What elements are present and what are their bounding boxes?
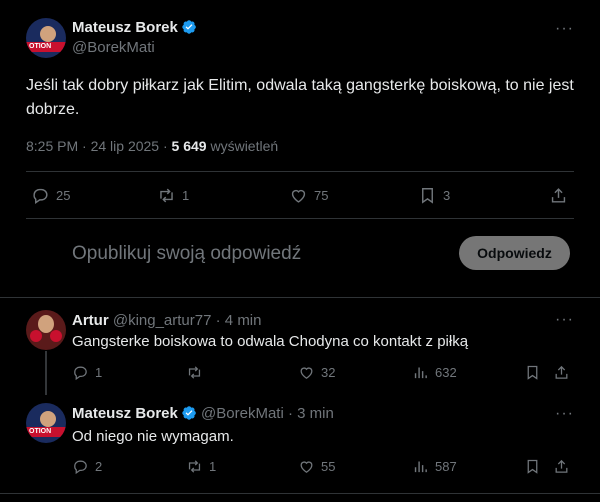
views-count: 632 — [435, 365, 457, 380]
views-icon — [414, 461, 427, 473]
repost-action[interactable] — [186, 364, 209, 381]
bookmark-action[interactable] — [524, 364, 541, 381]
repost-action[interactable]: 1 — [157, 186, 189, 205]
bookmark-icon — [527, 365, 538, 380]
divider — [26, 218, 574, 219]
share-icon — [555, 365, 568, 379]
reply-count: 25 — [56, 188, 71, 203]
main-tweet: OTION Mateusz Borek @BorekMati ··· Jeśli… — [0, 0, 600, 297]
divider — [0, 297, 600, 298]
avatar-label: OTION — [29, 43, 52, 50]
thread-line — [45, 351, 47, 395]
reply-text: Od niego nie wymagam. — [72, 428, 234, 445]
views-icon — [414, 367, 427, 379]
heart-icon — [300, 367, 313, 379]
views-action[interactable]: 632 — [412, 364, 457, 381]
author-handle[interactable]: @BorekMati — [72, 39, 197, 56]
share-action[interactable] — [549, 186, 568, 205]
reply-count: 1 — [95, 365, 103, 380]
reply-text: Gangsterke boiskowa to odwala Chodyna co… — [72, 333, 469, 350]
divider — [0, 493, 600, 494]
heart-icon — [291, 189, 306, 203]
reply-header: Artur @king_artur77 · 4 min — [72, 312, 261, 329]
reply-action[interactable]: 1 — [72, 364, 102, 381]
avatar-face — [40, 26, 56, 42]
like-count: 55 — [321, 459, 336, 474]
share-icon — [555, 459, 568, 473]
tweet-meta: 8:25 PM · 24 lip 2025 · 5 649 wyświetleń — [26, 138, 278, 154]
verified-icon — [182, 406, 196, 420]
avatar-band: OTION — [26, 427, 66, 437]
avatar-glove — [50, 330, 62, 342]
more-icon[interactable]: ··· — [555, 20, 574, 38]
reply-compose-input[interactable]: Opublikuj swoją odpowiedź — [72, 243, 301, 265]
reply-header: Mateusz Borek @BorekMati · 3 min — [72, 405, 334, 422]
reply-icon — [74, 460, 87, 475]
bookmark-icon — [422, 188, 433, 204]
heart-icon — [300, 461, 313, 473]
like-count: 75 — [314, 188, 329, 203]
reply-author-handle[interactable]: @BorekMati — [201, 405, 284, 422]
share-action[interactable] — [553, 458, 570, 475]
author-name[interactable]: Mateusz Borek — [72, 19, 178, 36]
repost-action[interactable]: 1 — [186, 458, 216, 475]
reply-time[interactable]: · 3 min — [288, 405, 334, 422]
repost-icon — [160, 188, 173, 203]
repost-icon — [188, 460, 201, 473]
reply-count: 2 — [95, 459, 103, 474]
reply-icon — [74, 366, 87, 381]
avatar-face — [40, 411, 56, 427]
repost-count: 1 — [209, 459, 217, 474]
bookmark-icon — [527, 459, 538, 474]
avatar-label: OTION — [29, 428, 52, 435]
avatar[interactable] — [26, 310, 66, 350]
views-label: wyświetleń — [206, 138, 279, 154]
tweet-text: Jeśli tak dobry piłkarz jak Elitim, odwa… — [26, 77, 574, 118]
bookmark-action[interactable] — [524, 458, 541, 475]
reply-author-name[interactable]: Mateusz Borek — [72, 405, 178, 422]
like-action[interactable]: 75 — [289, 186, 328, 205]
like-count: 32 — [321, 365, 336, 380]
verified-icon — [182, 20, 196, 34]
avatar-band: OTION — [26, 42, 66, 52]
bookmark-action[interactable]: 3 — [418, 186, 450, 205]
reply-author-name[interactable]: Artur — [72, 312, 109, 329]
like-action[interactable]: 32 — [298, 364, 335, 381]
repost-count: 1 — [182, 188, 190, 203]
reply-time[interactable]: · 4 min — [216, 312, 262, 329]
share-action[interactable] — [553, 364, 570, 381]
bookmark-count: 3 — [443, 188, 451, 203]
views-count: 5 649 — [171, 138, 207, 154]
views-action[interactable]: 587 — [412, 458, 457, 475]
views-count: 587 — [435, 459, 457, 474]
reply-button[interactable]: Odpowiedz — [459, 236, 570, 270]
more-icon[interactable]: ··· — [555, 405, 574, 423]
reply-action[interactable]: 25 — [31, 186, 70, 205]
avatar[interactable]: OTION — [26, 18, 66, 58]
more-icon[interactable]: ··· — [555, 311, 574, 329]
avatar[interactable]: OTION — [26, 403, 66, 443]
reply-icon — [33, 188, 48, 204]
avatar-glove — [30, 330, 42, 342]
author-block: Mateusz Borek @BorekMati — [72, 19, 197, 56]
divider — [26, 171, 574, 172]
tweet-time[interactable]: 8:25 PM · 24 lip 2025 · — [26, 138, 172, 154]
repost-icon — [188, 366, 201, 379]
like-action[interactable]: 55 — [298, 458, 335, 475]
reply-action[interactable]: 2 — [72, 458, 102, 475]
reply-author-handle[interactable]: @king_artur77 — [113, 312, 212, 329]
share-icon — [551, 188, 566, 203]
